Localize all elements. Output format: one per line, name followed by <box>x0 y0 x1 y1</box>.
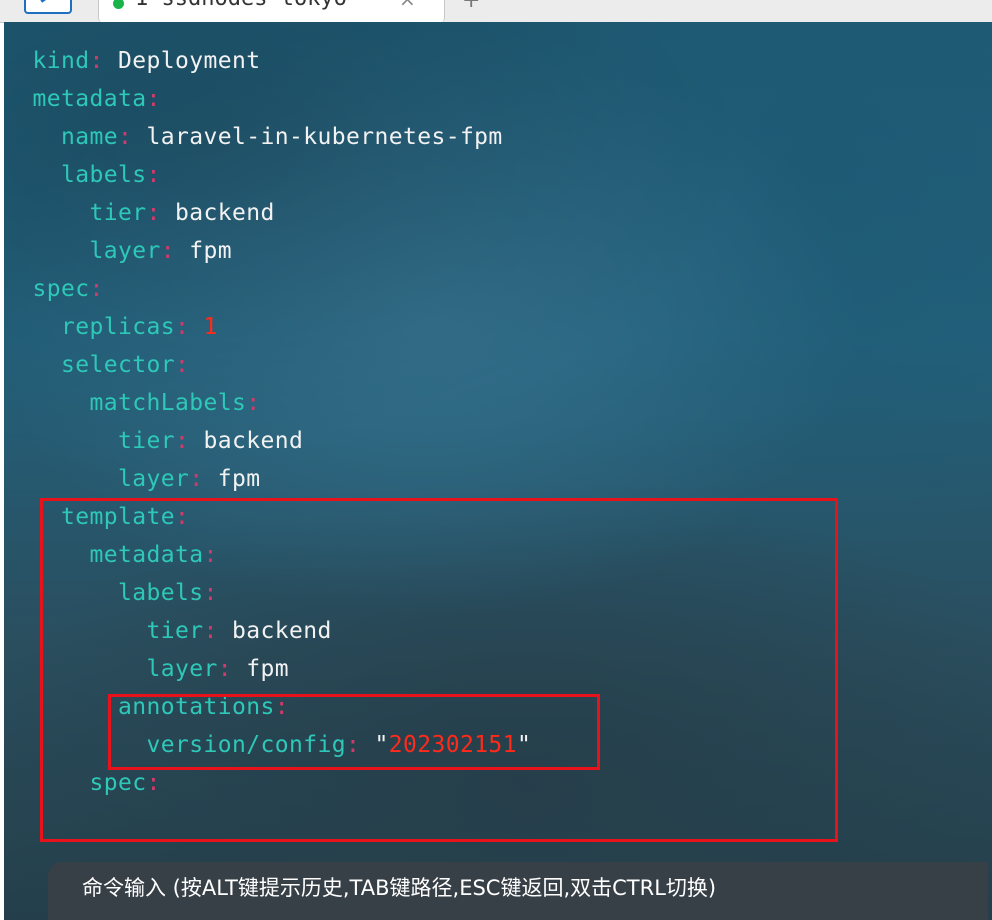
app-icon[interactable] <box>24 0 72 14</box>
terminal-output[interactable]: kind: Deployment metadata: name: laravel… <box>4 22 992 920</box>
yaml-line: selector: <box>4 346 189 384</box>
command-input-bar[interactable]: 命令输入 (按ALT键提示历史,TAB键路径,ESC键返回,双击CTRL切换) <box>48 862 988 920</box>
yaml-line: matchLabels: <box>4 384 260 422</box>
yaml-value: fpm <box>189 238 232 264</box>
yaml-key: layer <box>89 238 161 264</box>
template-highlight-box <box>40 498 838 842</box>
yaml-colon: : <box>89 48 104 74</box>
yaml-value: laravel-in-kubernetes-fpm <box>146 124 503 150</box>
yaml-key: spec <box>32 276 90 302</box>
yaml-key: kind <box>32 48 90 74</box>
yaml-key: replicas <box>61 314 175 340</box>
yaml-line: kind: Deployment <box>4 42 261 80</box>
annotations-highlight-box <box>108 694 600 770</box>
command-input-hint: 命令输入 (按ALT键提示历史,TAB键路径,ESC键返回,双击CTRL切换) <box>82 876 717 900</box>
yaml-colon: : <box>246 390 261 416</box>
yaml-line: tier: backend <box>4 422 303 460</box>
screenshot: 1-ssdnodes-tokyo × + kind: Deployment me… <box>0 0 992 920</box>
yaml-colon: : <box>146 86 161 112</box>
yaml-value: fpm <box>217 466 261 492</box>
yaml-line: layer: fpm <box>4 232 232 270</box>
yaml-colon: : <box>146 200 161 226</box>
yaml-value: backend <box>203 428 304 454</box>
yaml-key: matchLabels <box>89 390 247 416</box>
close-icon[interactable]: × <box>399 0 416 11</box>
yaml-line: labels: <box>4 156 161 194</box>
tab-bar: 1-ssdnodes-tokyo × + <box>0 0 992 23</box>
yaml-colon: : <box>89 276 104 302</box>
tab-title: 1-ssdnodes-tokyo <box>135 0 347 11</box>
yaml-colon: : <box>174 314 190 340</box>
yaml-line: metadata: <box>4 80 161 118</box>
yaml-key: labels <box>61 162 147 188</box>
yaml-value: Deployment <box>118 48 261 74</box>
yaml-key: metadata <box>32 86 147 112</box>
yaml-number-value: 1 <box>203 314 218 340</box>
yaml-line: spec: <box>4 270 104 308</box>
yaml-key: tier <box>117 428 175 454</box>
new-tab-icon[interactable]: + <box>462 0 480 13</box>
tab-session[interactable]: 1-ssdnodes-tokyo × <box>98 0 445 22</box>
yaml-key: tier <box>89 200 147 226</box>
yaml-key: selector <box>61 352 175 378</box>
yaml-line: name: laravel-in-kubernetes-fpm <box>4 118 503 156</box>
yaml-line: tier: backend <box>4 194 275 232</box>
yaml-colon: : <box>189 466 204 492</box>
yaml-colon: : <box>174 352 190 378</box>
yaml-line: layer: fpm <box>4 460 260 498</box>
yaml-value: backend <box>174 200 275 226</box>
yaml-colon: : <box>118 124 133 150</box>
yaml-colon: : <box>174 428 190 454</box>
yaml-line: replicas: 1 <box>4 308 218 346</box>
connection-status-dot-icon <box>113 0 124 9</box>
yaml-colon: : <box>160 238 175 264</box>
yaml-key: name <box>61 124 118 150</box>
yaml-colon: : <box>146 162 161 188</box>
yaml-key: layer <box>117 466 190 492</box>
